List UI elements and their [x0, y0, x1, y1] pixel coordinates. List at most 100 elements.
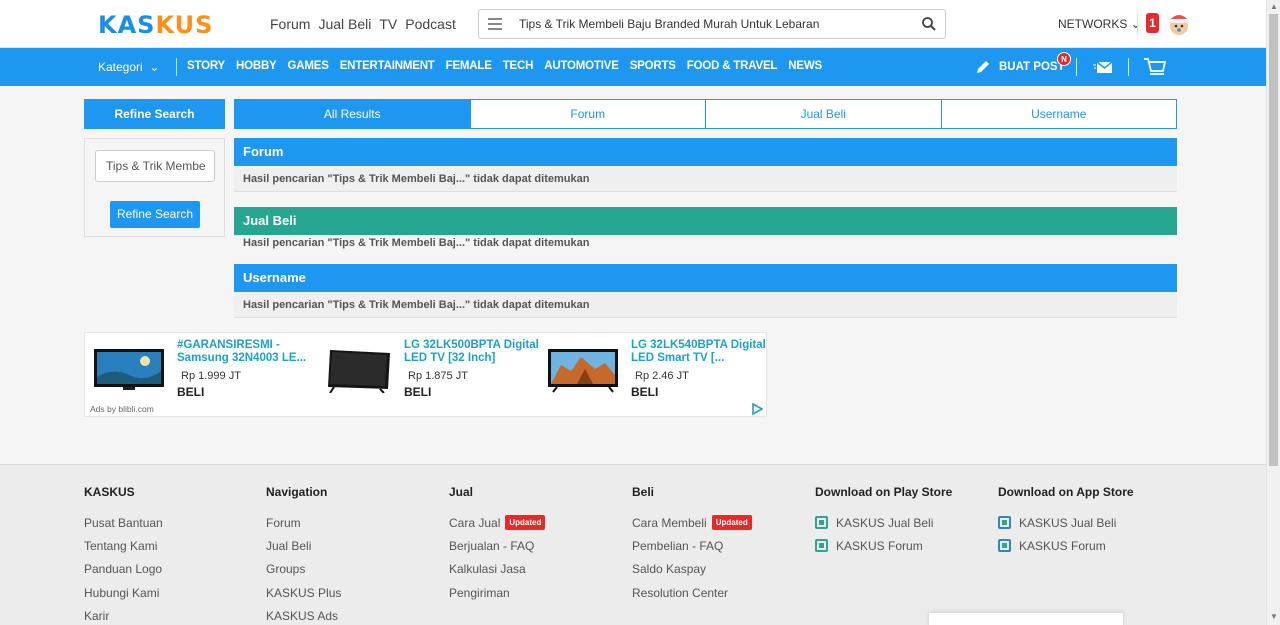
mobile-app-popup[interactable] — [928, 612, 1124, 625]
footer-link[interactable]: KASKUS Plus — [266, 581, 341, 604]
tab-username[interactable]: Username — [940, 99, 1177, 129]
category-entertainment[interactable]: ENTERTAINMENT — [340, 60, 435, 72]
networks-dropdown[interactable]: NETWORKS ⌄ — [1058, 17, 1141, 31]
section-username-message: Hasil pencarian "Tips & Trik Membeli Baj… — [234, 292, 1177, 318]
scrollbar[interactable]: ▲ ▼ — [1266, 0, 1280, 625]
category-tech[interactable]: TECH — [503, 60, 534, 72]
tv-product-image — [328, 350, 390, 393]
footer-link[interactable]: KASKUS Ads — [266, 604, 341, 625]
footer-heading: Download on Play Store — [815, 485, 953, 499]
footer-link[interactable]: Pembelian - FAQ — [632, 534, 752, 557]
footer: KASKUS Pusat Bantuan Tentang Kami Pandua… — [0, 464, 1266, 625]
category-games[interactable]: GAMES — [288, 60, 329, 72]
footer-link[interactable]: Berjualan - FAQ — [449, 534, 545, 557]
scroll-down-icon[interactable]: ▼ — [1270, 612, 1278, 621]
refine-search-button[interactable]: Refine Search — [110, 201, 200, 228]
ad-title[interactable]: #GARANSIRESMI - Samsung 32N4003 LE... — [177, 339, 312, 365]
footer-link[interactable]: Karir — [84, 604, 163, 625]
nav-forum[interactable]: Forum — [270, 16, 310, 32]
footer-col-beli: Beli Cara Membeli Updated Pembelian - FAQ… — [632, 485, 752, 604]
refine-search-input[interactable]: Tips & Trik Membe — [95, 150, 215, 182]
footer-link[interactable]: Cara Jual Updated — [449, 511, 546, 534]
footer-link[interactable]: Kalkulasi Jasa — [449, 558, 545, 581]
footer-link[interactable]: Jual Beli — [266, 534, 341, 557]
category-story[interactable]: STORY — [187, 60, 225, 72]
updated-badge: Updated — [711, 515, 752, 531]
footer-col-jual: Jual Cara Jual Updated Berjualan - FAQ Ka… — [449, 485, 546, 604]
buat-post-button[interactable]: BUAT POST — [975, 59, 1065, 75]
footer-heading: Beli — [632, 485, 655, 499]
section-jual-beli-message: Hasil pencarian "Tips & Trik Membeli Baj… — [234, 235, 1177, 255]
new-badge: N — [1057, 52, 1071, 66]
play-store-link[interactable]: KASKUS Jual Beli — [815, 511, 952, 534]
notification-badge[interactable]: 1 — [1146, 13, 1159, 33]
scroll-up-icon[interactable]: ▲ — [1270, 2, 1278, 11]
top-nav: Forum Jual Beli TV Podcast — [270, 16, 456, 32]
top-header: KASKUS Forum Jual Beli TV Podcast Tips &… — [0, 0, 1266, 48]
footer-link[interactable]: Panduan Logo — [84, 558, 163, 581]
footer-link[interactable]: Saldo Kaspay — [632, 558, 752, 581]
footer-link[interactable]: Groups — [266, 558, 341, 581]
category-food-travel[interactable]: FOOD & TRAVEL — [687, 60, 778, 72]
ad-price: Rp 1.875 JT — [408, 370, 468, 382]
footer-col-app-store: Download on App Store KASKUS Jual Beli K… — [998, 485, 1134, 558]
ad-buy-button[interactable]: BELI — [404, 385, 431, 399]
cart-icon[interactable] — [1143, 57, 1167, 77]
footer-link[interactable]: Hubungi Kami — [84, 581, 163, 604]
category-female[interactable]: FEMALE — [446, 60, 492, 72]
ad-item[interactable]: LG 32LK540BPTA Digital LED Smart TV [...… — [539, 337, 766, 399]
tab-jual-beli[interactable]: Jual Beli — [705, 99, 942, 129]
play-store-link[interactable]: KASKUS Forum — [815, 534, 952, 557]
footer-col-kaskus: KASKUS Pusat Bantuan Tentang Kami Pandua… — [84, 485, 163, 625]
ad-item[interactable]: LG 32LK500BPTA Digital LED TV [32 Inch] … — [312, 337, 539, 399]
category-automotive[interactable]: AUTOMOTIVE — [544, 60, 619, 72]
result-tabs: All Results Forum Jual Beli Username — [234, 99, 1177, 129]
nav-jual-beli[interactable]: Jual Beli — [318, 16, 371, 32]
ad-title[interactable]: LG 32LK500BPTA Digital LED TV [32 Inch] — [404, 339, 539, 365]
footer-col-play-store: Download on Play Store KASKUS Jual Beli … — [815, 485, 952, 558]
avatar[interactable] — [1165, 9, 1193, 39]
app-store-link[interactable]: KASKUS Forum — [998, 534, 1134, 557]
updated-badge: Updated — [505, 515, 546, 531]
category-news[interactable]: NEWS — [788, 60, 822, 72]
chevron-down-icon: ⌄ — [1130, 17, 1141, 31]
category-sports[interactable]: SPORTS — [630, 60, 676, 72]
footer-link[interactable]: Resolution Center — [632, 581, 752, 604]
tab-all-results[interactable]: All Results — [234, 99, 471, 129]
mail-icon[interactable] — [1093, 61, 1113, 74]
category-hobby[interactable]: HOBBY — [236, 60, 277, 72]
kategori-dropdown[interactable]: Kategori ⌄ — [98, 60, 159, 74]
nav-tv[interactable]: TV — [379, 16, 397, 32]
ad-price: Rp 2.46 JT — [635, 370, 689, 382]
ad-item[interactable]: #GARANSIRESMI - Samsung 32N4003 LE... Rp… — [85, 337, 312, 399]
play-store-icon — [815, 516, 828, 530]
app-store-icon — [998, 539, 1011, 553]
ad-title[interactable]: LG 32LK540BPTA Digital LED Smart TV [... — [631, 339, 766, 365]
footer-link[interactable]: Tentang Kami — [84, 534, 163, 557]
ad-buy-button[interactable]: BELI — [631, 385, 658, 399]
menu-icon[interactable] — [488, 18, 502, 30]
kaskus-logo[interactable]: KASKUS — [98, 11, 213, 39]
tv-product-image — [548, 349, 618, 393]
ad-price: Rp 1.999 JT — [181, 370, 241, 382]
category-list: STORY HOBBY GAMES ENTERTAINMENT FEMALE T… — [187, 60, 822, 72]
search-icon[interactable] — [921, 16, 937, 32]
section-jual-beli-header: Jual Beli — [234, 207, 1177, 235]
tv-product-image — [94, 349, 164, 390]
tab-forum[interactable]: Forum — [469, 99, 706, 129]
adchoices-icon[interactable] — [751, 403, 763, 415]
footer-heading: Navigation — [266, 485, 328, 499]
footer-link[interactable]: Pusat Bantuan — [84, 511, 163, 534]
app-store-link[interactable]: KASKUS Jual Beli — [998, 511, 1134, 534]
footer-link[interactable]: Pengiriman — [449, 581, 545, 604]
footer-link[interactable]: Forum — [266, 511, 341, 534]
scroll-thumb[interactable] — [1269, 14, 1278, 466]
footer-link[interactable]: Cara Membeli Updated — [632, 511, 752, 534]
section-forum-header: Forum — [234, 138, 1177, 166]
pencil-icon — [977, 61, 989, 73]
ad-buy-button[interactable]: BELI — [177, 385, 204, 399]
nav-podcast[interactable]: Podcast — [405, 16, 456, 32]
search-input[interactable]: Tips & Trik Membeli Baju Branded Murah U… — [478, 9, 946, 39]
app-store-icon — [998, 516, 1011, 530]
ads-by-label[interactable]: Ads by blibli.com — [90, 404, 154, 414]
